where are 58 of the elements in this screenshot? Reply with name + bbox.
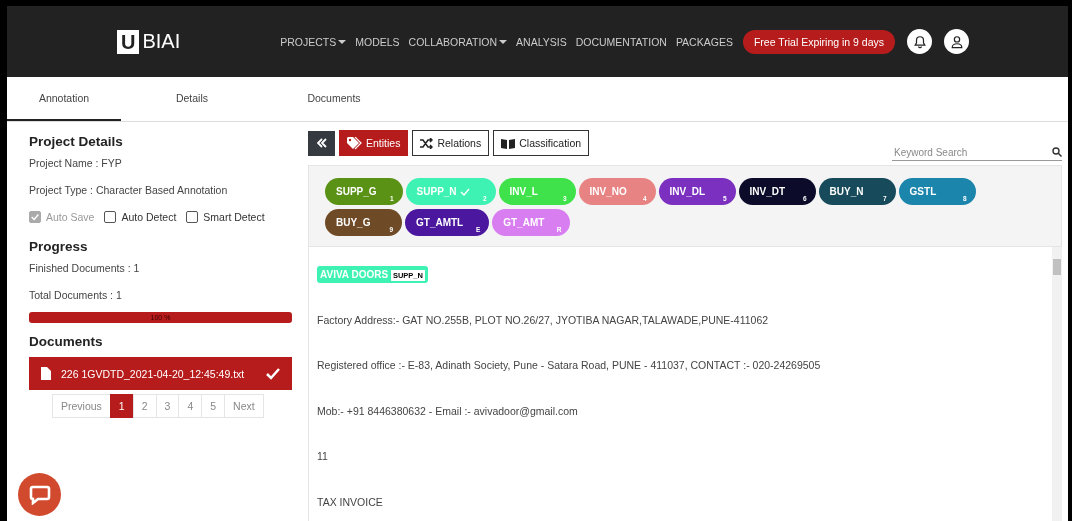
document-text: Mob:- +91 8446380632 - Email :- avivadoor@gmail.com	[317, 404, 578, 417]
document-text: TAX INVOICE	[317, 495, 383, 508]
double-chevron-icon	[316, 138, 327, 148]
caret-icon	[499, 39, 508, 44]
document-item[interactable]: 226 1GVDTD_2021-04-20_12:45:49.txt	[29, 357, 292, 390]
trial-button[interactable]: Free Trial Expiring in 9 days	[742, 29, 896, 54]
section-title: Project Details	[29, 134, 124, 149]
section-title: Documents	[29, 334, 104, 349]
checkbox-label: Auto Save	[46, 211, 95, 223]
scrollbar[interactable]	[1052, 247, 1062, 521]
nav-link[interactable]: PACKAGES	[675, 35, 733, 48]
chat-button[interactable]	[18, 473, 61, 516]
document-text: 11	[317, 450, 328, 462]
document-name: 226 1GVDTD_2021-04-20_12:45:49.txt	[61, 367, 246, 380]
page-link[interactable]: 1	[109, 394, 134, 418]
file-icon	[41, 367, 51, 380]
logo-text[interactable]: BIAI	[142, 30, 181, 53]
page-link[interactable]: 5	[201, 394, 226, 418]
tag-icon	[347, 136, 362, 150]
section-title: Progress	[29, 239, 89, 254]
total-count: Total Documents : 1	[29, 289, 123, 301]
user-icon	[949, 34, 964, 49]
collapse-button[interactable]	[308, 130, 335, 156]
tab[interactable]: Documents	[263, 77, 405, 121]
checkbox[interactable]	[104, 211, 117, 223]
page-link[interactable]: 4	[178, 394, 203, 418]
check-icon	[459, 187, 470, 196]
book-icon	[501, 137, 516, 149]
notifications-button[interactable]	[907, 29, 933, 54]
shuffle-icon	[420, 137, 434, 149]
search-icon	[1052, 147, 1062, 157]
checkbox[interactable]	[186, 211, 199, 223]
checkbox-label: Smart Detect	[203, 211, 265, 223]
nav-link[interactable]: ANALYSIS	[516, 35, 567, 48]
caret-icon	[338, 39, 347, 44]
nav-link[interactable]: PROJECTS	[280, 35, 347, 48]
tab[interactable]: Annotation	[7, 77, 121, 121]
project-type: Project Type : Character Based Annotation	[29, 184, 229, 196]
finished-count: Finished Documents : 1	[29, 262, 141, 274]
page-link[interactable]: 2	[132, 394, 157, 418]
nav-link[interactable]: MODELS	[355, 35, 400, 48]
chat-bubble-icon	[28, 484, 51, 505]
nav-link[interactable]: COLLABORATION	[408, 35, 508, 48]
account-button[interactable]	[944, 29, 970, 54]
bell-icon	[912, 34, 927, 49]
document-text: Registered office :- E-83, Adinath Society, Pune - Satara Road, PUNE - 411037, CONTACT :- 020-24269505	[317, 359, 821, 371]
project-name: Project Name : FYP	[29, 157, 123, 169]
page-link[interactable]: Next	[224, 394, 264, 418]
mode-tab[interactable]: Relations	[412, 130, 490, 156]
document-text: Factory Address:- GAT NO.255B, PLOT NO.26/27, JYOTIBA NAGAR,TALAWADE,PUNE-411062	[317, 313, 769, 326]
search-field[interactable]: Keyword Search	[892, 145, 1052, 159]
logo-mark[interactable]: U	[117, 29, 140, 54]
tab[interactable]: Details	[121, 77, 263, 121]
mode-tab[interactable]: Entities	[339, 130, 409, 156]
mode-tab[interactable]: Classification	[493, 130, 590, 156]
nav-link[interactable]: DOCUMENTATION	[575, 35, 667, 48]
page-link[interactable]: 3	[155, 394, 180, 418]
checkbox-label: Auto Detect	[121, 211, 177, 223]
